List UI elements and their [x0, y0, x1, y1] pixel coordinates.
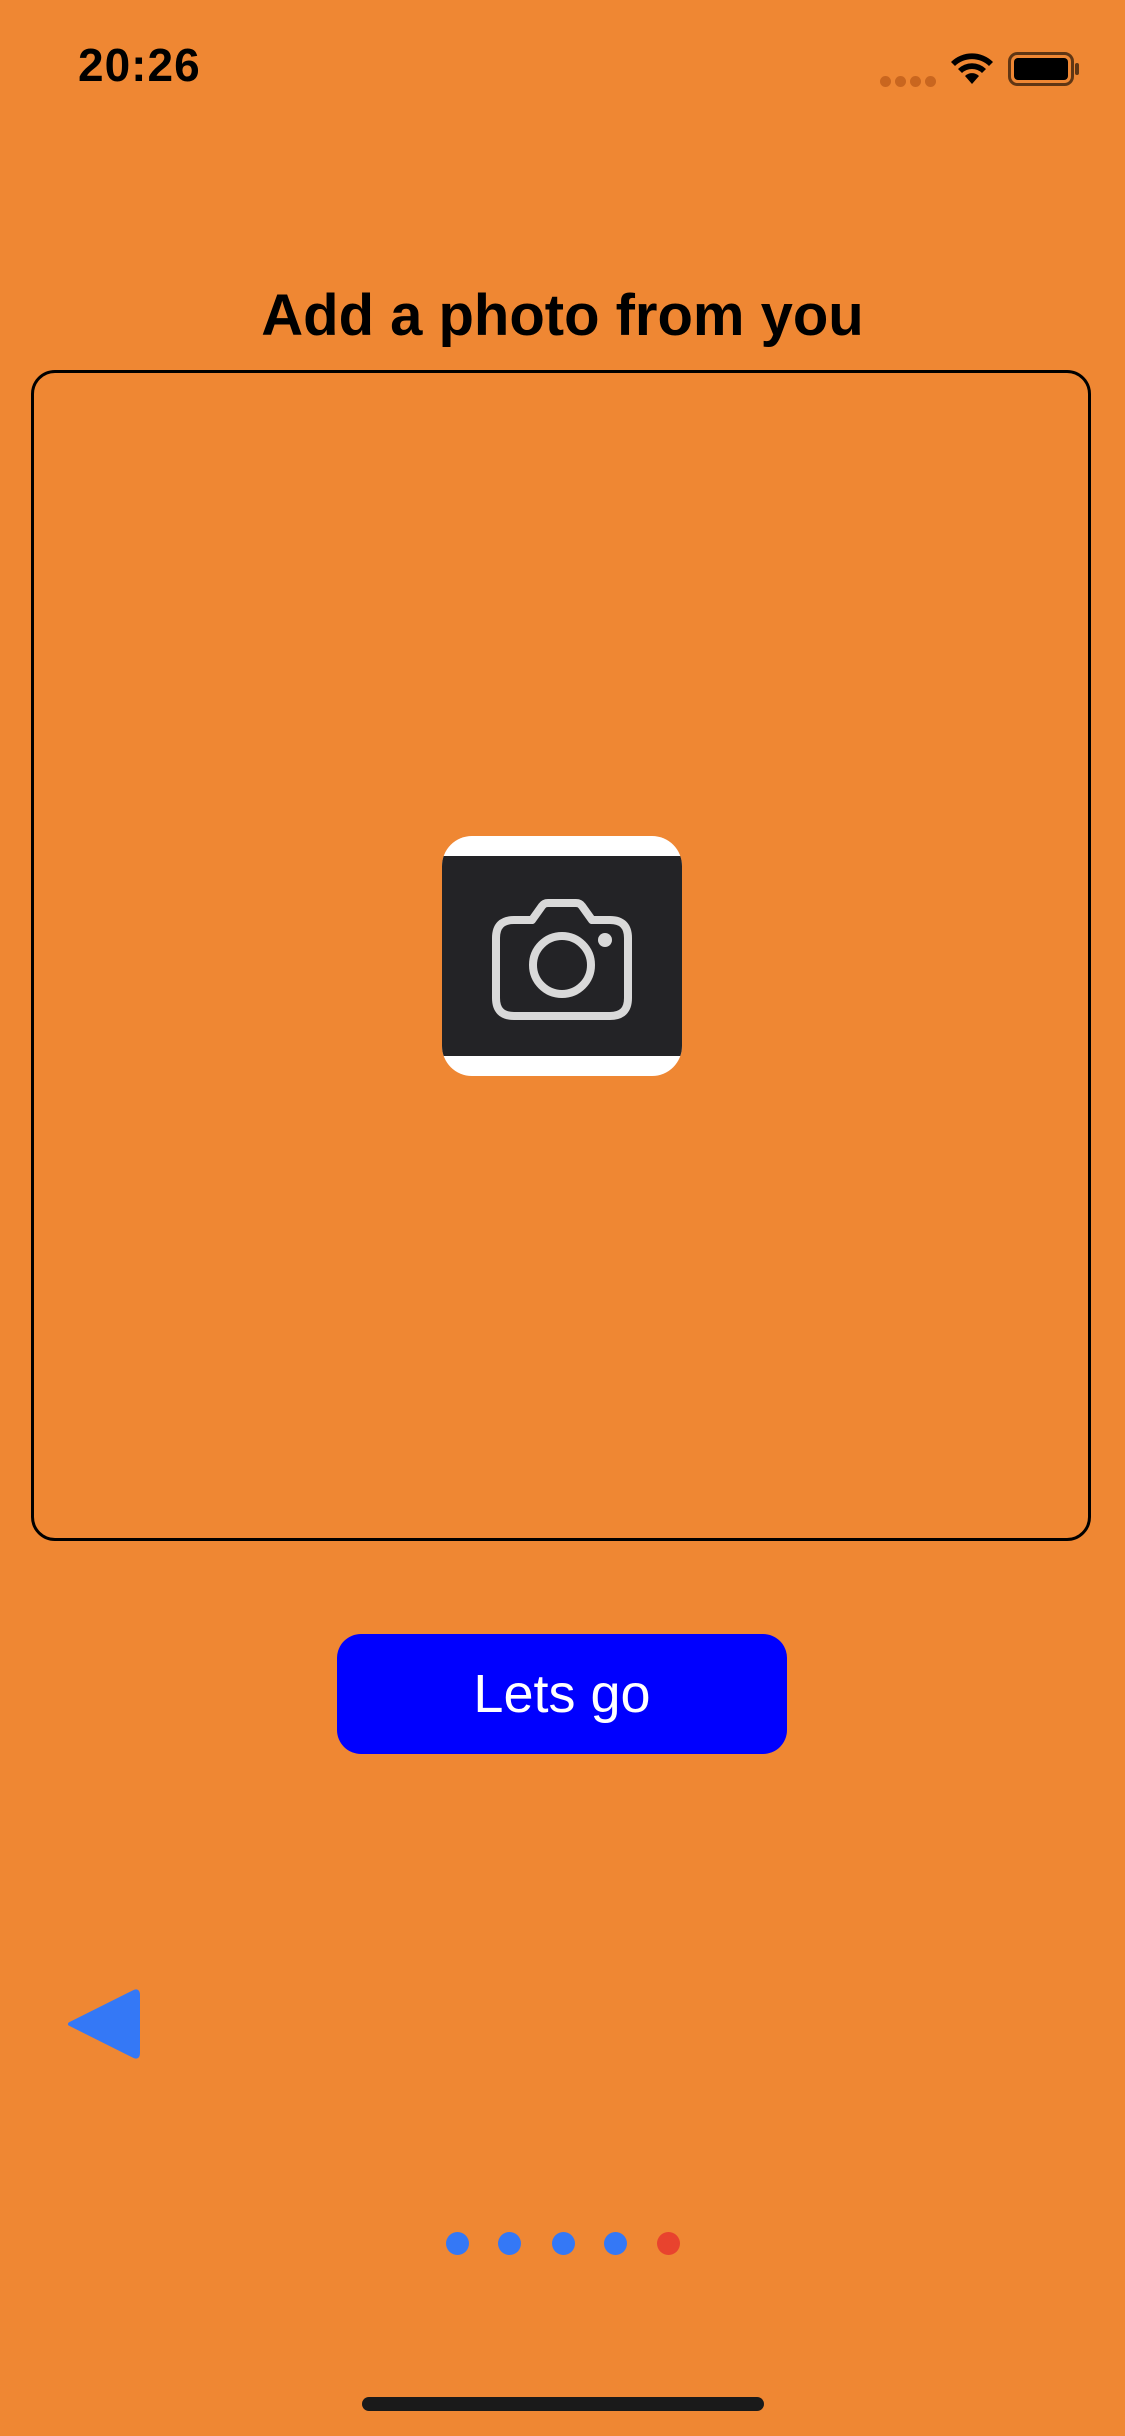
page-dot-1[interactable]: [445, 2232, 469, 2255]
page-title: Add a photo from you: [261, 283, 864, 348]
add-photo-button[interactable]: [442, 836, 682, 1076]
status-bar: 20:26: [0, 0, 1125, 140]
camera-icon: [492, 899, 632, 1020]
page-indicator: [0, 2232, 1125, 2256]
battery-icon: [1008, 52, 1079, 86]
page-dot-3[interactable]: [551, 2232, 575, 2255]
cellular-signal-icon: [880, 76, 936, 88]
page-dot-5[interactable]: [656, 2232, 680, 2255]
status-time: 20:26: [78, 39, 201, 91]
page-dot-2[interactable]: [497, 2232, 521, 2255]
wifi-icon: [951, 53, 993, 84]
lets-go-button[interactable]: Lets go: [337, 1634, 787, 1754]
page-dot-4[interactable]: [603, 2232, 627, 2255]
back-triangle-icon[interactable]: [64, 1988, 140, 2060]
home-indicator: [362, 2397, 764, 2411]
